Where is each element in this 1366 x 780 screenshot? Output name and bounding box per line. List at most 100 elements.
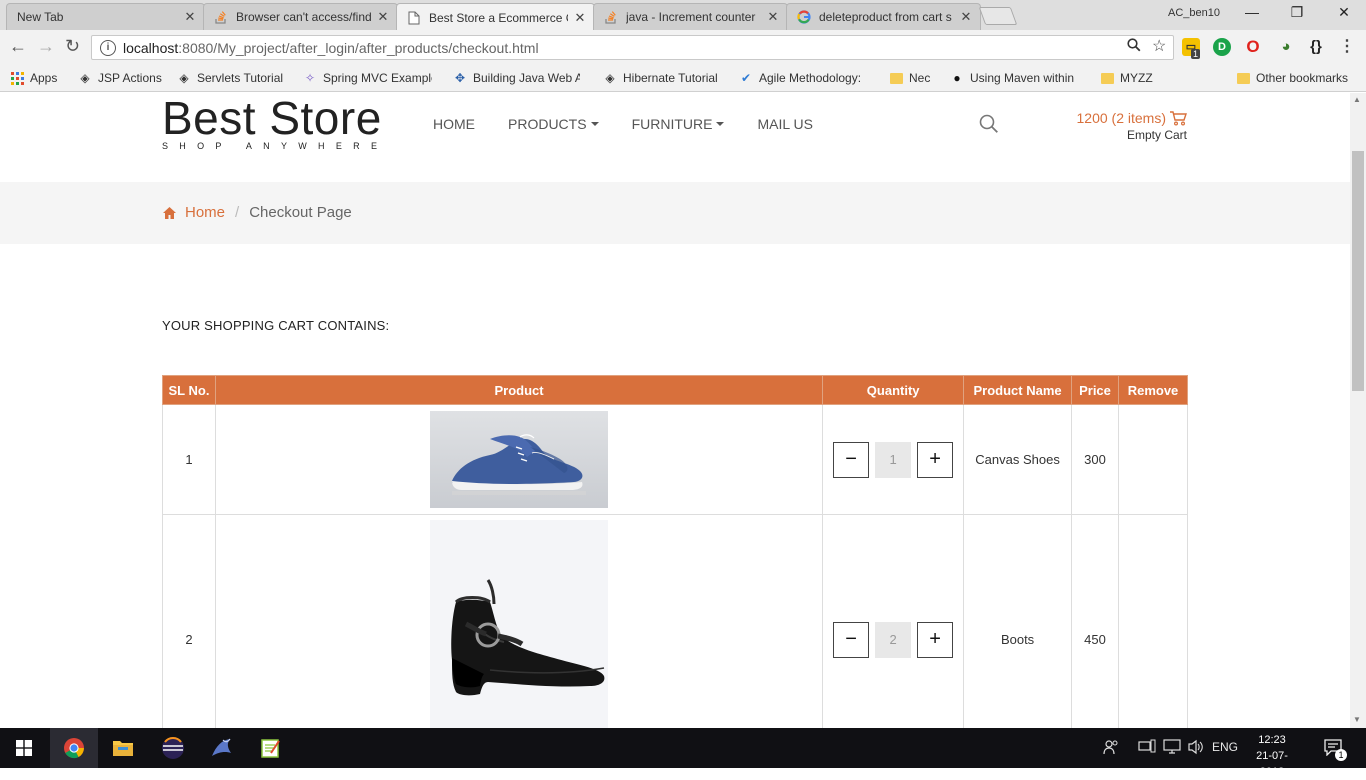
empty-cart-link[interactable]: Empty Cart bbox=[1077, 128, 1187, 142]
folder-icon bbox=[1100, 71, 1114, 85]
remove-cell[interactable] bbox=[1117, 404, 1189, 515]
bookmark-star-icon[interactable]: ☆ bbox=[1152, 36, 1166, 56]
bookmark-agile-methodology[interactable]: ✔ Agile Methodology: bbox=[739, 71, 865, 85]
scroll-down-icon[interactable]: ▼ bbox=[1353, 715, 1361, 724]
extension-d-icon[interactable]: D bbox=[1213, 38, 1231, 56]
bookmark-label: Nec bbox=[909, 71, 931, 85]
cart-total-label: 1200 (2 items) bbox=[1076, 110, 1166, 126]
product-price: 450 bbox=[1071, 514, 1119, 728]
info-icon[interactable]: i bbox=[100, 39, 116, 56]
network-icon[interactable] bbox=[1138, 739, 1156, 756]
nav-products[interactable]: PRODUCTS bbox=[508, 116, 599, 132]
breadcrumb: Home / Checkout Page bbox=[162, 204, 352, 221]
increase-quantity-button[interactable]: + bbox=[917, 441, 954, 478]
tab-strip: New Tab ✕ Browser can't access/find ✕ Be… bbox=[0, 0, 1366, 31]
taskbar-chrome[interactable] bbox=[50, 728, 98, 768]
tab-title: deleteproduct from cart s bbox=[819, 10, 952, 24]
profile-name[interactable]: AC_ben10 bbox=[1168, 7, 1220, 19]
window-close-icon[interactable]: ✕ bbox=[1334, 4, 1354, 21]
other-bookmarks[interactable]: Other bookmarks bbox=[1236, 71, 1348, 85]
tab-browser-cant-access[interactable]: Browser can't access/find ✕ bbox=[203, 3, 398, 30]
taskbar-eclipse[interactable] bbox=[149, 728, 197, 768]
menu-icon[interactable]: ⋮ bbox=[1338, 38, 1356, 56]
product-price: 300 bbox=[1071, 404, 1119, 515]
bookmark-apps[interactable]: Apps bbox=[10, 71, 57, 85]
bookmark-building-java-web[interactable]: ✥ Building Java Web A bbox=[453, 71, 580, 85]
page-scrollbar[interactable]: ▲ ▼ bbox=[1350, 93, 1366, 728]
google-icon bbox=[797, 10, 811, 24]
globe-extension-icon[interactable]: ◕ bbox=[1277, 38, 1295, 56]
row-sl: 1 bbox=[162, 404, 216, 515]
bookmark-nec[interactable]: Nec bbox=[889, 71, 930, 85]
zoom-search-icon[interactable] bbox=[1127, 38, 1141, 56]
search-icon[interactable] bbox=[979, 114, 999, 134]
new-tab-button[interactable] bbox=[978, 7, 1018, 25]
bookmark-using-maven[interactable]: ● Using Maven within bbox=[950, 71, 1076, 85]
bookmark-myzz[interactable]: MYZZ bbox=[1100, 71, 1153, 85]
site-logo[interactable]: Best Store SHOP ANYWHERE bbox=[162, 95, 388, 151]
language-indicator[interactable]: ENG bbox=[1212, 740, 1238, 754]
table-row: 2 − 2 + Boots 450 bbox=[162, 514, 1189, 728]
opera-icon[interactable]: O bbox=[1244, 38, 1262, 56]
bookmark-hibernate-tutorial[interactable]: ◈ Hibernate Tutorial bbox=[603, 71, 717, 85]
volume-icon[interactable] bbox=[1187, 739, 1205, 758]
notification-count-badge: 1 bbox=[1335, 749, 1347, 761]
tab-new-tab[interactable]: New Tab ✕ bbox=[6, 3, 205, 30]
taskbar-file-explorer[interactable] bbox=[99, 728, 147, 768]
decrease-quantity-button[interactable]: − bbox=[833, 621, 870, 658]
cart-total[interactable]: 1200 (2 items) bbox=[1077, 110, 1187, 126]
start-button[interactable] bbox=[0, 728, 48, 768]
address-bar[interactable]: i localhost:8080/My_project/after_login/… bbox=[91, 35, 1174, 60]
minimize-icon[interactable]: — bbox=[1242, 4, 1262, 20]
reload-icon[interactable]: ↻ bbox=[65, 36, 80, 57]
breadcrumb-home[interactable]: Home bbox=[185, 204, 225, 221]
tab-java-increment[interactable]: java - Increment counter ✕ bbox=[593, 3, 788, 30]
mini-cart[interactable]: 1200 (2 items) Empty Cart bbox=[1077, 110, 1187, 142]
nav-home[interactable]: HOME bbox=[433, 116, 475, 132]
caret-down-icon bbox=[590, 122, 599, 126]
increase-quantity-button[interactable]: + bbox=[917, 621, 954, 658]
back-icon[interactable]: ← bbox=[9, 36, 27, 57]
logo-tagline: SHOP ANYWHERE bbox=[162, 141, 389, 151]
tab-close-icon[interactable]: ✕ bbox=[767, 9, 779, 25]
bookmark-label: Agile Methodology: bbox=[759, 71, 862, 85]
bookmark-jsp-actions[interactable]: ◈ JSP Actions bbox=[78, 71, 161, 85]
folder-explorer-icon bbox=[113, 741, 133, 756]
nav-furniture-label: FURNITURE bbox=[631, 116, 713, 132]
quantity-value[interactable]: 1 bbox=[875, 441, 912, 478]
forward-icon[interactable]: → bbox=[37, 36, 55, 57]
breadcrumb-separator: / bbox=[235, 204, 240, 221]
bookmark-label: Building Java Web A bbox=[473, 71, 580, 85]
tab-close-icon[interactable]: ✕ bbox=[184, 9, 196, 25]
apps-grid-icon bbox=[10, 71, 24, 85]
cart-icon bbox=[1170, 111, 1187, 126]
nav-furniture[interactable]: FURNITURE bbox=[632, 116, 725, 132]
bookmark-servlets-tutorial[interactable]: ◈ Servlets Tutorial bbox=[177, 71, 283, 85]
col-price: Price bbox=[1071, 375, 1119, 405]
tab-deleteproduct[interactable]: deleteproduct from cart s ✕ bbox=[786, 3, 981, 30]
col-remove: Remove bbox=[1117, 375, 1189, 405]
taskbar-mysql[interactable] bbox=[198, 728, 246, 768]
quantity-value[interactable]: 2 bbox=[875, 621, 912, 658]
tab-close-icon[interactable]: ✕ bbox=[574, 10, 586, 26]
home-icon[interactable] bbox=[162, 206, 177, 220]
product-image-cell bbox=[214, 514, 824, 728]
folder-icon bbox=[1236, 71, 1250, 85]
json-extension-icon[interactable]: {} bbox=[1307, 38, 1325, 56]
restore-icon[interactable]: ❐ bbox=[1287, 4, 1307, 21]
product-image-canvas-shoes bbox=[430, 411, 609, 508]
display-icon[interactable] bbox=[1163, 739, 1181, 758]
tab-best-store[interactable]: Best Store a Ecommerce C ✕ bbox=[396, 3, 595, 31]
remove-cell[interactable] bbox=[1117, 514, 1189, 728]
clock[interactable]: 12:23 21-07-2018 bbox=[1244, 732, 1300, 780]
scrollbar-thumb[interactable] bbox=[1352, 151, 1364, 391]
nav-mail-us[interactable]: MAIL US bbox=[757, 116, 813, 132]
people-icon[interactable] bbox=[1103, 739, 1119, 758]
scroll-up-icon[interactable]: ▲ bbox=[1353, 95, 1361, 104]
eclipse-icon bbox=[162, 737, 184, 759]
bookmark-spring-mvc[interactable]: ✧ Spring MVC Example bbox=[303, 71, 432, 85]
taskbar-notepad-plus[interactable] bbox=[246, 728, 294, 768]
decrease-quantity-button[interactable]: − bbox=[833, 441, 870, 478]
tab-close-icon[interactable]: ✕ bbox=[960, 9, 972, 25]
tab-close-icon[interactable]: ✕ bbox=[377, 9, 389, 25]
